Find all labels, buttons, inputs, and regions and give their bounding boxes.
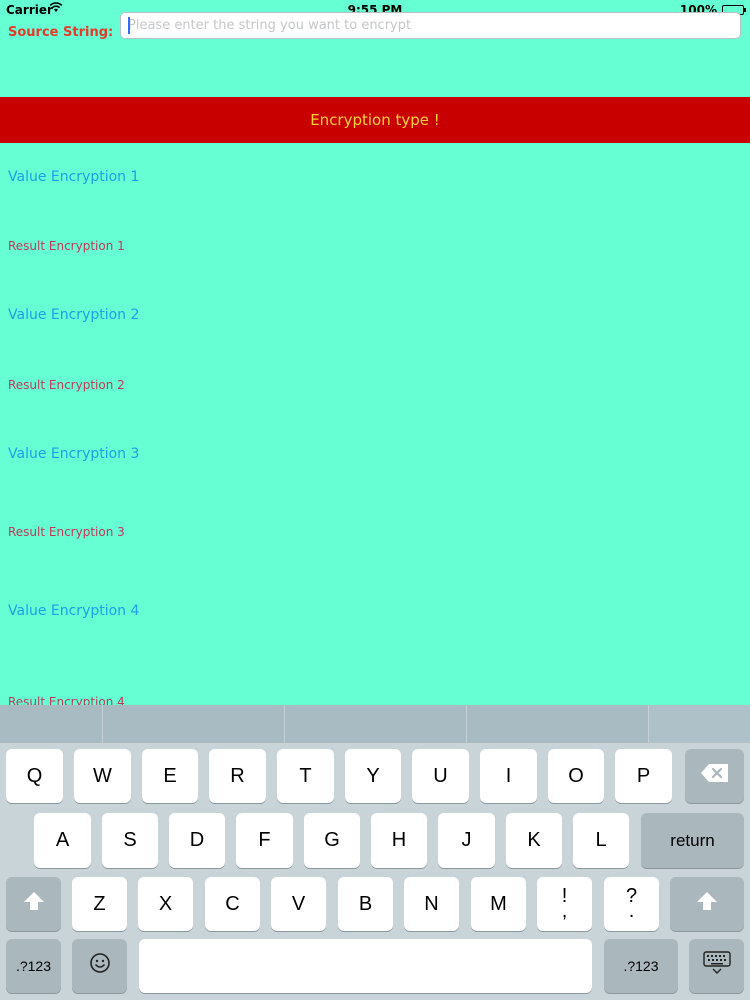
key-comma: , xyxy=(561,900,568,922)
backspace-icon xyxy=(700,763,730,789)
key-j[interactable]: J xyxy=(438,813,495,868)
source-string-label: Source String: xyxy=(8,25,114,40)
numbers-key-left[interactable]: .?123 xyxy=(6,939,61,993)
backspace-key[interactable] xyxy=(685,749,744,803)
key-c[interactable]: C xyxy=(205,877,260,931)
key-n[interactable]: N xyxy=(404,877,459,931)
key-question-period[interactable]: ? . xyxy=(604,877,659,931)
predictive-slot[interactable] xyxy=(0,705,103,743)
result-encryption-3: Result Encryption 3 xyxy=(8,525,125,539)
key-d[interactable]: D xyxy=(169,813,225,868)
predictive-bar xyxy=(0,705,750,743)
key-s[interactable]: S xyxy=(102,813,158,868)
keyboard-dismiss-key[interactable] xyxy=(689,939,744,993)
numbers-key-right[interactable]: .?123 xyxy=(604,939,678,993)
result-encryption-1: Result Encryption 1 xyxy=(8,239,125,253)
keyboard: Q W E R T Y U I O P A S D F G H J K L re… xyxy=(0,705,750,1000)
key-h[interactable]: H xyxy=(371,813,427,868)
emoji-key[interactable] xyxy=(72,939,127,993)
key-x[interactable]: X xyxy=(138,877,193,931)
value-encryption-2: Value Encryption 2 xyxy=(8,307,140,323)
keyboard-dismiss-icon xyxy=(702,951,731,981)
key-a[interactable]: A xyxy=(34,813,91,868)
predictive-slot[interactable] xyxy=(103,705,285,743)
key-i[interactable]: I xyxy=(480,749,537,803)
key-period: . xyxy=(628,900,635,922)
shift-icon xyxy=(23,891,45,917)
key-u[interactable]: U xyxy=(412,749,469,803)
value-encryption-3: Value Encryption 3 xyxy=(8,446,140,462)
key-l[interactable]: L xyxy=(573,813,629,868)
shift-left-key[interactable] xyxy=(6,877,61,931)
key-o[interactable]: O xyxy=(548,749,604,803)
predictive-slot[interactable] xyxy=(285,705,467,743)
return-key[interactable]: return xyxy=(641,813,744,868)
key-v[interactable]: V xyxy=(271,877,326,931)
key-e[interactable]: E xyxy=(142,749,198,803)
text-cursor xyxy=(128,17,130,34)
encryption-type-button[interactable]: Encryption type ! xyxy=(0,97,750,143)
key-w[interactable]: W xyxy=(74,749,131,803)
emoji-icon xyxy=(89,952,111,980)
key-t[interactable]: T xyxy=(277,749,334,803)
space-key[interactable] xyxy=(139,939,592,993)
shift-right-key[interactable] xyxy=(670,877,744,931)
key-z[interactable]: Z xyxy=(72,877,127,931)
result-encryption-2: Result Encryption 2 xyxy=(8,378,125,392)
predictive-slot[interactable] xyxy=(467,705,649,743)
shift-icon xyxy=(696,891,718,917)
value-encryption-1: Value Encryption 1 xyxy=(8,169,140,185)
key-m[interactable]: M xyxy=(471,877,526,931)
key-g[interactable]: G xyxy=(304,813,360,868)
key-y[interactable]: Y xyxy=(345,749,401,803)
value-encryption-4: Value Encryption 4 xyxy=(8,603,140,619)
key-k[interactable]: K xyxy=(506,813,562,868)
key-b[interactable]: B xyxy=(338,877,393,931)
key-r[interactable]: R xyxy=(209,749,266,803)
key-f[interactable]: F xyxy=(236,813,293,868)
key-exclamation-comma[interactable]: ! , xyxy=(537,877,592,931)
key-p[interactable]: P xyxy=(615,749,672,803)
key-q[interactable]: Q xyxy=(6,749,63,803)
source-string-input[interactable] xyxy=(120,12,741,39)
